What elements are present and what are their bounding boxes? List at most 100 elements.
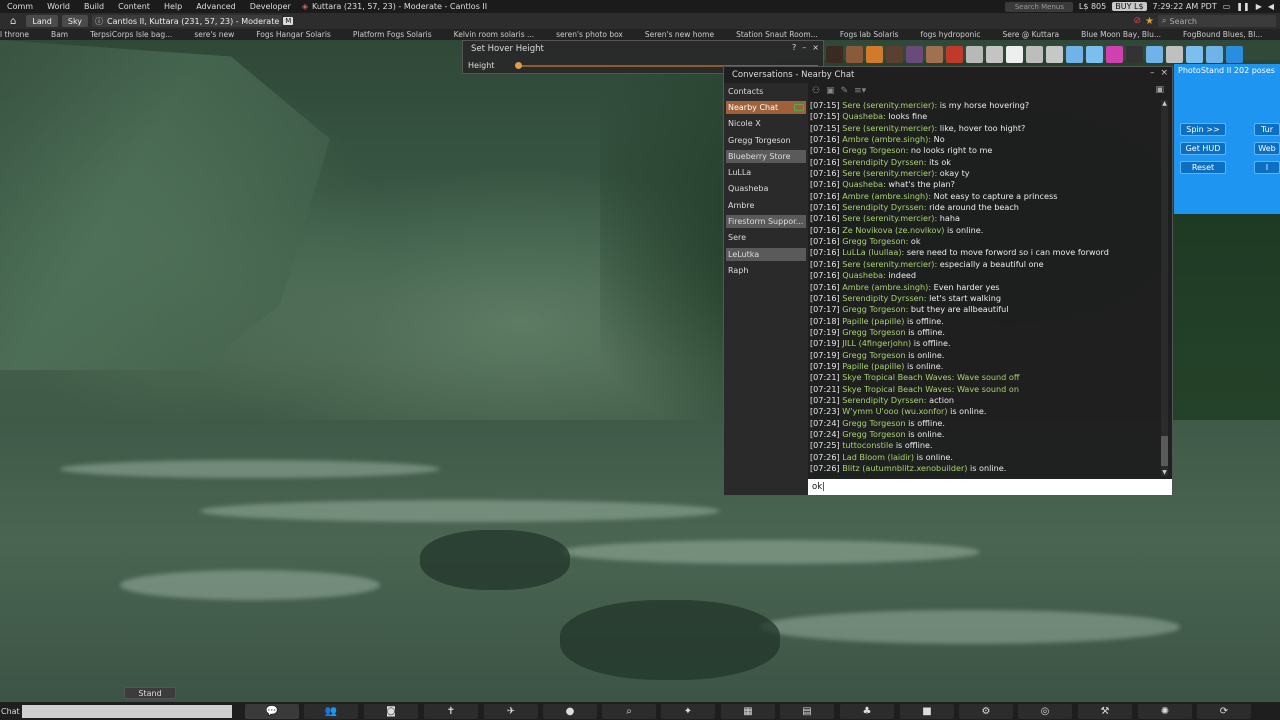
environment-button[interactable]: ✺ [1138, 704, 1192, 719]
minimize-button[interactable]: – [802, 43, 806, 52]
chat-input-field[interactable]: ok | [808, 479, 1172, 495]
height-slider-handle[interactable] [515, 62, 522, 69]
scroll-thumb[interactable] [1161, 436, 1168, 466]
chat-sender-name[interactable]: Quasheba: [842, 270, 886, 280]
hud-cube-icon[interactable] [986, 45, 1003, 63]
chat-sender-name[interactable]: Papille (papille) [842, 316, 904, 326]
options-menu-icon[interactable]: ≡▾ [854, 86, 866, 96]
chat-sender-name[interactable]: Papille (papille) [842, 361, 904, 371]
preferences-button[interactable]: ⚙ [959, 704, 1013, 719]
chat-sender-name[interactable]: Serendipity Dyrssen: [842, 395, 926, 405]
sidebar-item-quasheba[interactable]: Quasheba [726, 182, 806, 195]
hud-blue-cube-icon[interactable] [1146, 45, 1163, 63]
sky-button[interactable]: Sky [61, 15, 89, 27]
chat-sender-name[interactable]: Serendipity Dyrssen: [842, 202, 926, 212]
menu-search-input[interactable]: Search Menus [1004, 1, 1073, 12]
info-icon[interactable]: ⓘ [95, 16, 103, 27]
window-icon[interactable]: ▭ [1223, 2, 1231, 11]
stand-button[interactable]: Stand [124, 687, 176, 699]
chat-sender-name[interactable]: Blitz (autumnblitz.xenobuilder) [842, 463, 967, 473]
favorite-link[interactable]: TerpsiCorps Isle bag... [79, 30, 183, 39]
play-icon[interactable]: ▶ [1256, 2, 1262, 11]
chat-sender-name[interactable]: Ambre (ambre.singh): [842, 191, 931, 201]
chat-sender-name[interactable]: Gregg Torgeson [842, 327, 905, 337]
favorite-link[interactable]: Bam [40, 30, 79, 39]
hud-white-icon[interactable] [1006, 45, 1023, 63]
close-button[interactable]: × [1160, 68, 1168, 78]
hud-purple-icon[interactable] [906, 45, 923, 63]
favorite-link[interactable]: Platform Fogs Solaris [342, 30, 443, 39]
pause-icon[interactable]: ❚❚ [1236, 2, 1249, 11]
spin-button[interactable]: Spin >> [1180, 123, 1226, 136]
hud-blue-cube-icon[interactable] [1206, 45, 1223, 63]
chat-sender-name[interactable]: Sere (serenity.mercier): [842, 259, 937, 269]
nearby-chat-bar-input[interactable] [22, 704, 232, 718]
hud-dark-icon[interactable] [1126, 45, 1143, 63]
chat-sender-name[interactable]: Gregg Torgeson: [842, 236, 908, 246]
sidebar-item-nicole-x[interactable]: Nicole X [726, 117, 806, 130]
close-button[interactable]: × [812, 43, 819, 52]
favorite-link[interactable]: Seren's new home [634, 30, 725, 39]
hud-blue-cube-icon[interactable] [1186, 45, 1203, 63]
edit-icon[interactable]: ✎ [841, 86, 849, 96]
get-hud-button[interactable]: Get HUD [1180, 142, 1226, 155]
chat-sender-name[interactable]: Serendipity Dyrssen: [842, 157, 926, 167]
menu-content[interactable]: Content [111, 2, 157, 11]
chat-sender-name[interactable]: Sere (serenity.mercier): [842, 123, 937, 133]
chat-bubble-icon[interactable]: ▣ [826, 86, 835, 96]
chat-sender-name[interactable]: Quasheba: [842, 111, 886, 121]
home-icon[interactable]: ⌂ [10, 16, 22, 27]
chat-sender-name[interactable]: Serendipity Dyrssen: [842, 293, 926, 303]
menu-build[interactable]: Build [77, 2, 111, 11]
chat-sender-name[interactable]: Gregg Torgeson [842, 350, 905, 360]
gestures-button[interactable]: ✈ [484, 704, 538, 719]
hud-blue-cube-icon[interactable] [1226, 45, 1243, 63]
sidebar-item-sere[interactable]: Sere [726, 231, 806, 244]
hud-avatar-icon[interactable] [826, 45, 843, 63]
hud-blue-cube-icon[interactable] [1086, 45, 1103, 63]
favorite-link[interactable]: Station Snaut Room... [725, 30, 829, 39]
teleport-history-button[interactable]: ⟳ [1197, 704, 1251, 719]
hud-avatar-icon[interactable] [926, 45, 943, 63]
web-button[interactable]: Web [1254, 142, 1280, 155]
appearance-button[interactable]: ♣ [840, 704, 894, 719]
chat-sender-name[interactable]: Skye Tropical Beach Waves: Wave sound on [842, 384, 1019, 394]
chat-sender-name[interactable]: Sere (serenity.mercier): [842, 168, 937, 178]
favorite-link[interactable]: seren's photo box [545, 30, 634, 39]
sidebar-item-contacts[interactable]: Contacts [726, 85, 806, 98]
chat-sender-name[interactable]: Gregg Torgeson: [842, 145, 908, 155]
chat-sender-name[interactable]: Lad Bloom (laidir) [842, 452, 914, 462]
favorite-link[interactable]: Sere @ Kuttara [992, 30, 1071, 39]
favorite-link[interactable]: Fogs lab Solaris [829, 30, 910, 39]
favorite-link[interactable]: Kelvin room solaris ... [443, 30, 545, 39]
sidebar-item-lulla[interactable]: LuLLa [726, 166, 806, 179]
help-button[interactable]: ? [792, 43, 796, 52]
places-button[interactable]: ● [543, 704, 597, 719]
chat-sender-name[interactable]: JILL (4fingerjohn) [842, 338, 911, 348]
search-input[interactable]: ⌕ Search [1158, 15, 1276, 27]
chat-sender-name[interactable]: Sere (serenity.mercier): [842, 100, 937, 110]
hud-cube-icon[interactable] [1166, 45, 1183, 63]
sidebar-item-gregg-torgeson[interactable]: Gregg Torgeson [726, 134, 806, 147]
sidebar-item-nearby-chat[interactable]: Nearby Chat [726, 101, 806, 114]
menu-world[interactable]: World [40, 2, 77, 11]
chat-sender-name[interactable]: LuLLa (luullaa): [842, 247, 904, 257]
hud-red-icon[interactable] [946, 45, 963, 63]
world-map-button[interactable]: ▤ [780, 704, 834, 719]
land-button[interactable]: Land [26, 15, 58, 27]
scroll-up-icon[interactable]: ▲ [1161, 100, 1168, 107]
volume-icon[interactable]: ◀ [1268, 2, 1274, 11]
sidebar-item-raph[interactable]: Raph [726, 264, 806, 277]
tear-off-icon[interactable]: ▣ [1155, 85, 1164, 95]
menu-advanced[interactable]: Advanced [189, 2, 243, 11]
location-field[interactable]: ⓘ Cantlos II, Kuttara (231, 57, 23) - Mo… [92, 15, 294, 27]
minimap-button[interactable]: ▦ [721, 704, 775, 719]
chat-sender-name[interactable]: Ambre (ambre.singh): [842, 134, 931, 144]
favorite-link[interactable]: Fogs Hangar Solaris [245, 30, 342, 39]
chat-sender-name[interactable]: Gregg Torgeson: [842, 304, 908, 314]
minimize-button[interactable]: – [1150, 68, 1155, 78]
favorite-link[interactable]: FogBound Blues, Bl... [1172, 30, 1273, 39]
search-button[interactable]: ⌕ [602, 704, 656, 719]
hud-blue-cube-icon[interactable] [1066, 45, 1083, 63]
menu-comm[interactable]: Comm [0, 2, 40, 11]
